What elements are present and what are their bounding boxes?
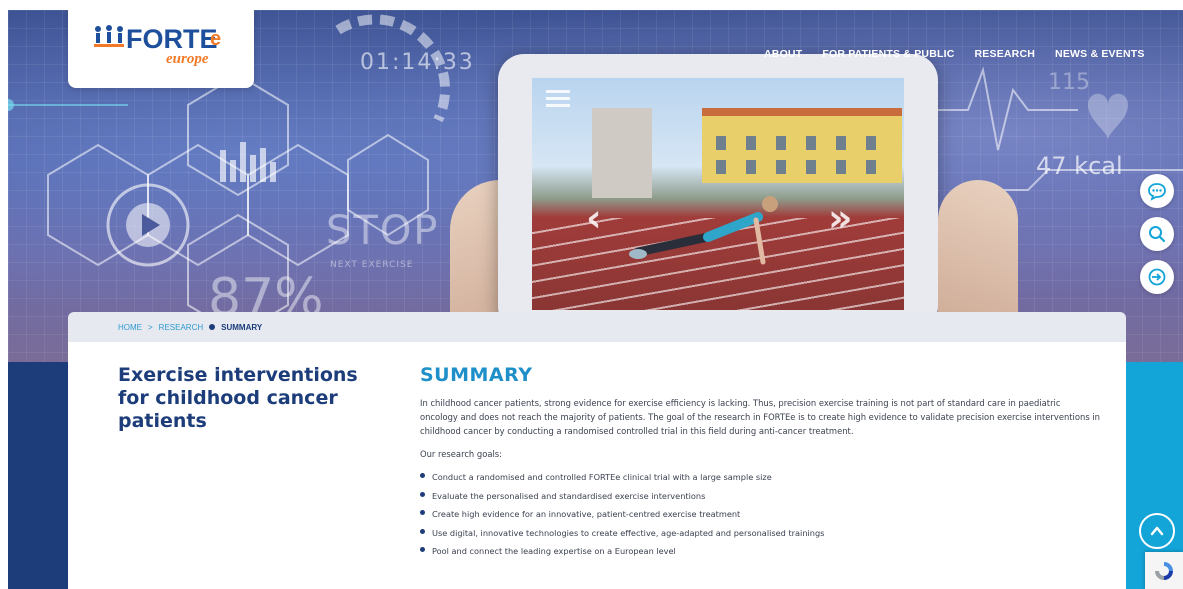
menu-lines-icon bbox=[546, 90, 570, 111]
nav-news-events[interactable]: NEWS & EVENTS bbox=[1055, 48, 1145, 60]
list-item: Pool and connect the leading expertise o… bbox=[420, 546, 1100, 556]
page-title: Exercise interventions for childhood can… bbox=[118, 364, 358, 432]
breadcrumb-dot-icon bbox=[209, 324, 216, 330]
bullet-icon bbox=[420, 547, 425, 553]
goal-text: Pool and connect the leading expertise o… bbox=[432, 546, 676, 557]
bullet-icon bbox=[420, 473, 425, 478]
hero-timer-text: 01:14:33 bbox=[360, 50, 475, 75]
hero-heart-rate-text: 115 bbox=[1048, 70, 1090, 95]
chevron-up-icon bbox=[1150, 526, 1164, 536]
goal-text: Create high evidence for an innovative, … bbox=[432, 509, 741, 520]
search-button[interactable] bbox=[1140, 217, 1174, 251]
search-icon bbox=[1149, 226, 1166, 243]
nav-about[interactable]: ABOUT bbox=[764, 48, 802, 60]
logo-subtext: europe bbox=[166, 51, 209, 67]
summary-section: SUMMARY In childhood cancer patients, st… bbox=[420, 364, 1100, 565]
nav-research[interactable]: RESEARCH bbox=[975, 48, 1036, 60]
login-icon bbox=[1148, 268, 1166, 286]
chat-button[interactable] bbox=[1140, 174, 1174, 208]
main-navigation: ABOUT FOR PATIENTS & PUBLIC RESEARCH NEW… bbox=[764, 48, 1145, 60]
list-item: Evaluate the personalised and standardis… bbox=[420, 491, 1100, 501]
page-frame: 01:14:33 STOP NEXT EXERCISE 87% 47 kcal … bbox=[8, 10, 1183, 589]
bullet-icon bbox=[420, 491, 425, 497]
school-building-image bbox=[702, 108, 902, 183]
goal-text: Use digital, innovative technologies to … bbox=[432, 527, 825, 538]
slider-prev-arrow-icon[interactable]: ‹ bbox=[586, 196, 602, 240]
hero-kcal-text: 47 kcal bbox=[1036, 152, 1123, 180]
breadcrumb-research[interactable]: RESEARCH bbox=[159, 323, 203, 332]
list-item: Create high evidence for an innovative, … bbox=[420, 509, 1100, 519]
chat-icon bbox=[1148, 183, 1166, 201]
main-content: Exercise interventions for childhood can… bbox=[68, 342, 1126, 589]
nav-for-patients-public[interactable]: FOR PATIENTS & PUBLIC bbox=[822, 48, 954, 60]
recaptcha-badge[interactable] bbox=[1145, 552, 1183, 589]
goals-list: Conduct a randomised and controlled FORT… bbox=[420, 472, 1100, 556]
tablet-screen: ‹ » bbox=[532, 78, 904, 310]
breadcrumb: HOME > RESEARCH SUMMARY bbox=[68, 312, 1126, 342]
left-color-band bbox=[8, 362, 68, 589]
exercising-person-image bbox=[629, 196, 778, 265]
back-to-top-button[interactable] bbox=[1139, 513, 1175, 549]
tablet-image: ‹ » bbox=[498, 54, 938, 332]
bullet-icon bbox=[420, 528, 425, 534]
bullet-icon bbox=[420, 510, 425, 516]
breadcrumb-separator: > bbox=[148, 322, 153, 332]
goal-text: Evaluate the personalised and standardis… bbox=[432, 490, 706, 501]
breadcrumb-current: SUMMARY bbox=[221, 322, 263, 332]
summary-paragraph: In childhood cancer patients, strong evi… bbox=[420, 398, 1100, 436]
hero-next-exercise-text: NEXT EXERCISE bbox=[330, 260, 414, 270]
goals-intro: Our research goals: bbox=[420, 449, 502, 459]
recaptcha-icon bbox=[1155, 561, 1173, 580]
hero-stop-text: STOP bbox=[326, 208, 440, 254]
logo-suffix: e bbox=[210, 28, 222, 50]
hero-banner: 01:14:33 STOP NEXT EXERCISE 87% 47 kcal … bbox=[8, 10, 1183, 362]
list-item: Use digital, innovative technologies to … bbox=[420, 528, 1100, 538]
slider-next-arrow-icon[interactable]: » bbox=[828, 196, 853, 240]
summary-heading: SUMMARY bbox=[420, 364, 533, 386]
breadcrumb-home[interactable]: HOME bbox=[118, 323, 142, 332]
list-item: Conduct a randomised and controlled FORT… bbox=[420, 472, 1100, 482]
goal-text: Conduct a randomised and controlled FORT… bbox=[432, 472, 772, 482]
login-button[interactable] bbox=[1140, 260, 1174, 294]
site-logo[interactable]: FORTE e europe bbox=[68, 10, 254, 88]
logo-people-icon bbox=[92, 24, 126, 59]
